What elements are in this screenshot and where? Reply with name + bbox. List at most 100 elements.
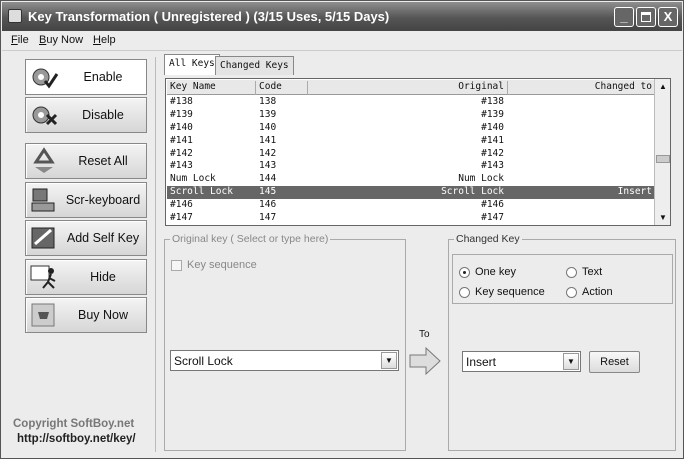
col-code[interactable]: Code [256, 81, 308, 95]
table-header: Key Name Code Original Changed to [167, 80, 657, 95]
buy-now-label: Buy Now [77, 308, 129, 322]
table-body: #138 138 #138 #139 139 #139 #140 140 #140 #141 141… [167, 96, 657, 225]
table-cell: 147 [259, 212, 277, 224]
title-bar[interactable]: Key Transformation ( Unregistered ) (3/1… [2, 2, 682, 31]
scr-keyboard-button[interactable]: Scr-keyboard [25, 182, 147, 218]
tab-all-keys[interactable]: All Keys [164, 54, 220, 75]
table-row[interactable]: #142 142 #142 [167, 148, 657, 161]
action-radio[interactable] [566, 287, 577, 298]
table-cell: #140 [170, 121, 193, 133]
reset-button[interactable]: Reset [589, 351, 640, 373]
table-cell: #139 [481, 108, 504, 120]
reset-all-button[interactable]: Reset All [25, 143, 147, 179]
table-cell: #146 [170, 199, 193, 211]
key-sequence-radio[interactable] [459, 287, 470, 298]
add-self-key-button[interactable]: Add Self Key [25, 220, 147, 256]
maximize-button[interactable] [636, 7, 656, 27]
table-cell: 144 [259, 173, 277, 185]
menu-help[interactable]: Help [93, 34, 116, 46]
menu-file-hotkey: F [11, 34, 18, 46]
col-key-name[interactable]: Key Name [167, 81, 256, 95]
table-row[interactable]: #138 138 #138 [167, 96, 657, 109]
homepage-link[interactable]: http://softboy.net/key/ [17, 433, 136, 445]
changed-key-group-label: Changed Key [454, 233, 522, 245]
table-cell: 141 [259, 134, 277, 146]
changed-key-select[interactable]: Insert ▼ [462, 351, 581, 372]
disable-button[interactable]: Disable [25, 97, 147, 133]
table-cell: 140 [259, 121, 277, 133]
scroll-down-icon[interactable]: ▼ [656, 211, 670, 224]
minimize-button[interactable]: _ [614, 7, 634, 27]
enable-button[interactable]: Enable [25, 59, 147, 95]
table-row[interactable]: Scroll Lock 145 Scroll Lock Insert [167, 186, 657, 200]
action-label: Action [582, 286, 613, 298]
table-cell: Num Lock [170, 173, 216, 185]
text-radio[interactable] [566, 267, 577, 278]
text-label: Text [582, 266, 603, 278]
menu-file[interactable]: File [11, 34, 29, 46]
table-cell: #146 [481, 199, 504, 211]
table-cell: #139 [170, 108, 193, 120]
original-key-select[interactable]: Scroll Lock ▼ [170, 350, 399, 371]
recycle-icon [33, 147, 55, 173]
one-key-radio[interactable] [459, 267, 470, 278]
table-cell: #142 [481, 147, 504, 159]
arrow-right-icon [409, 346, 441, 376]
scroll-up-icon[interactable]: ▲ [656, 80, 670, 93]
table-row[interactable]: Num Lock 144 Num Lock [167, 173, 657, 186]
menu-buy-now[interactable]: Buy Now [39, 34, 83, 46]
table-cell: 139 [259, 108, 277, 120]
app-window: Key Transformation ( Unregistered ) (3/1… [0, 0, 684, 459]
table-cell: #141 [481, 134, 504, 146]
gear-check-icon [32, 68, 59, 89]
menu-help-hotkey: H [93, 34, 101, 46]
table-cell: #138 [170, 96, 193, 107]
tab-changed-keys[interactable]: Changed Keys [215, 56, 294, 75]
menu-buy-now-label: uy Now [46, 34, 84, 46]
chevron-down-icon[interactable]: ▼ [563, 353, 579, 370]
enable-label: Enable [83, 70, 123, 84]
to-label: To [419, 329, 430, 340]
key-edit-icon [31, 227, 55, 249]
col-original[interactable]: Original [308, 81, 508, 95]
maximize-icon [641, 12, 651, 22]
scr-keyboard-label: Scr-keyboard [65, 193, 141, 207]
table-row[interactable]: #143 143 #143 [167, 160, 657, 173]
menu-file-label: ile [17, 34, 29, 46]
table-cell: 143 [259, 160, 277, 172]
table-cell: 145 [259, 186, 277, 198]
menu-bar: File Buy Now Help [2, 31, 682, 51]
table-cell: #142 [170, 147, 193, 159]
table-row[interactable]: #147 147 #147 [167, 212, 657, 225]
buy-now-button[interactable]: Buy Now [25, 297, 147, 333]
close-button[interactable]: X [658, 7, 678, 27]
table-scrollbar[interactable]: ▲ ▼ [654, 79, 670, 225]
gear-cross-icon [32, 106, 58, 126]
running-man-icon [30, 265, 56, 289]
table-cell: Scroll Lock [170, 186, 233, 198]
table-row[interactable]: #146 146 #146 [167, 199, 657, 212]
table-cell: #141 [170, 134, 193, 146]
table-row[interactable]: #140 140 #140 [167, 122, 657, 135]
hide-button[interactable]: Hide [25, 259, 147, 295]
scroll-thumb[interactable] [656, 155, 670, 163]
copyright-text: Copyright SoftBoy.net [13, 418, 135, 430]
table-cell: Num Lock [458, 173, 504, 185]
key-sequence-checkbox[interactable] [171, 260, 182, 271]
table-cell: 142 [259, 147, 277, 159]
original-key-value: Scroll Lock [174, 354, 233, 368]
col-changed-to[interactable]: Changed to [508, 81, 656, 95]
table-cell: #143 [481, 160, 504, 172]
disable-label: Disable [82, 108, 124, 122]
hide-label: Hide [90, 270, 116, 284]
add-self-key-label: Add Self Key [66, 231, 140, 245]
table-cell: #147 [170, 212, 193, 224]
changed-key-value: Insert [466, 355, 497, 369]
chevron-down-icon[interactable]: ▼ [381, 352, 397, 369]
key-sequence-label: Key sequence [475, 286, 545, 298]
table-cell: Insert [617, 186, 652, 198]
table-cell: 146 [259, 199, 277, 211]
table-row[interactable]: #139 139 #139 [167, 109, 657, 122]
menu-help-label: elp [100, 34, 116, 46]
table-row[interactable]: #141 141 #141 [167, 135, 657, 148]
